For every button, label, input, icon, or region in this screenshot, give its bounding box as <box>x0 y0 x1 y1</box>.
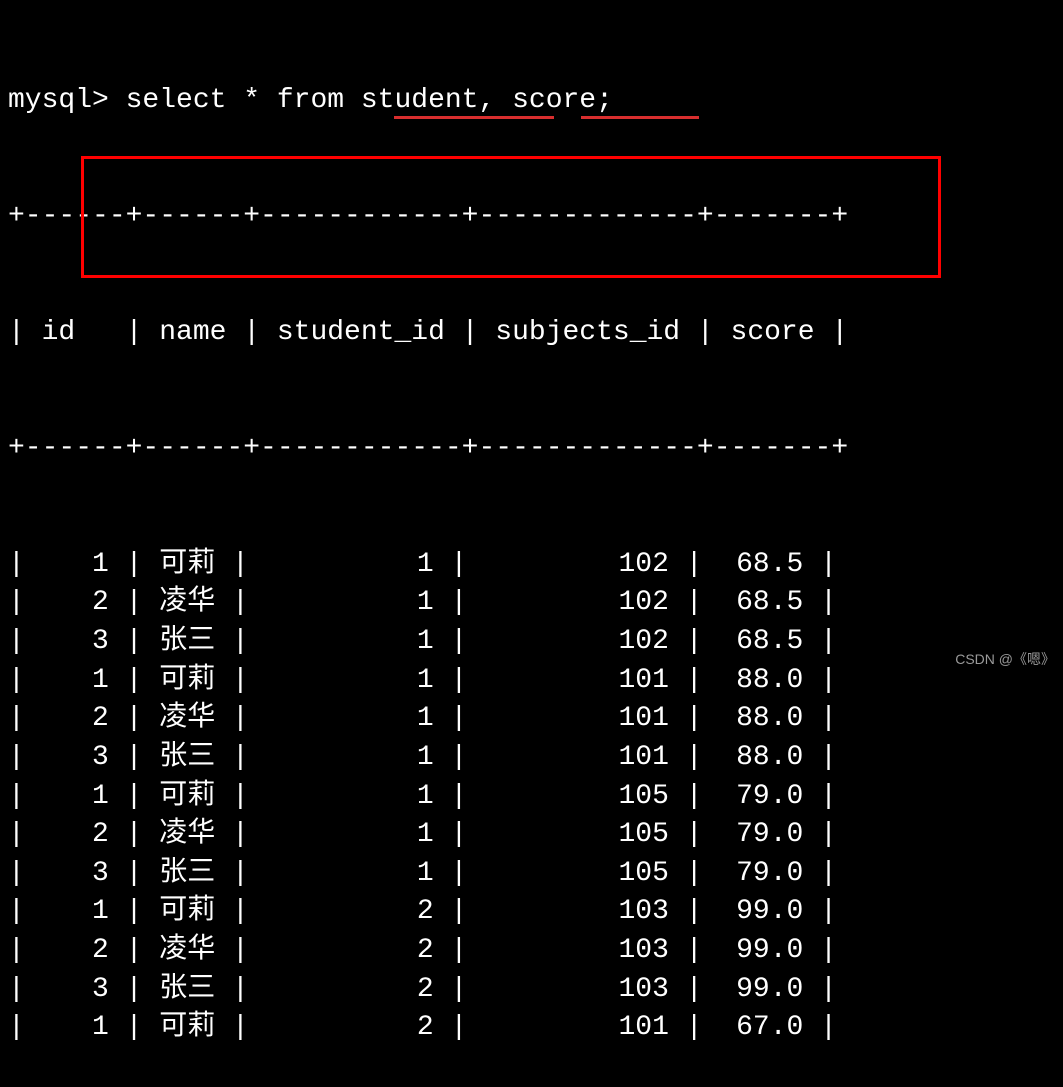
table-row: | 2 | 凌华 | 1 | 101 | 88.0 | <box>8 700 1055 739</box>
table-row: | 1 | 可莉 | 2 | 101 | 67.0 | <box>8 1009 1055 1048</box>
table-row: | 1 | 可莉 | 2 | 103 | 99.0 | <box>8 893 1055 932</box>
table-row: | 1 | 可莉 | 1 | 105 | 79.0 | <box>8 778 1055 817</box>
terminal-output: mysql> select * from student, score; +--… <box>8 5 1055 1087</box>
table-header-row: | id | name | student_id | subjects_id |… <box>8 314 1055 353</box>
table-border-top: +------+------+------------+------------… <box>8 198 1055 237</box>
table-row: | 3 | 张三 | 1 | 101 | 88.0 | <box>8 739 1055 778</box>
underline-score <box>581 116 699 119</box>
table-row: | 2 | 凌华 | 2 | 103 | 99.0 | <box>8 932 1055 971</box>
table-row: | 3 | 张三 | 1 | 102 | 68.5 | <box>8 623 1055 662</box>
table-row: | 3 | 张三 | 2 | 103 | 99.0 | <box>8 971 1055 1010</box>
table-row: | 3 | 张三 | 1 | 105 | 79.0 | <box>8 855 1055 894</box>
watermark: CSDN @《嗯》 <box>955 650 1055 669</box>
table-row: | 2 | 凌华 | 1 | 105 | 79.0 | <box>8 816 1055 855</box>
table-row: | 1 | 可莉 | 1 | 102 | 68.5 | <box>8 546 1055 585</box>
table-row: | 1 | 可莉 | 1 | 101 | 88.0 | <box>8 662 1055 701</box>
underline-student <box>394 116 554 119</box>
table-rows: | 1 | 可莉 | 1 | 102 | 68.5 || 2 | 凌华 | 1 … <box>8 546 1055 1048</box>
table-row: | 2 | 凌华 | 1 | 102 | 68.5 | <box>8 584 1055 623</box>
table-border-mid: +------+------+------------+------------… <box>8 430 1055 469</box>
mysql-prompt: mysql> <box>8 85 126 116</box>
sql-query: select * from student, score; <box>126 85 613 116</box>
query-line: mysql> select * from student, score; <box>8 82 1055 121</box>
